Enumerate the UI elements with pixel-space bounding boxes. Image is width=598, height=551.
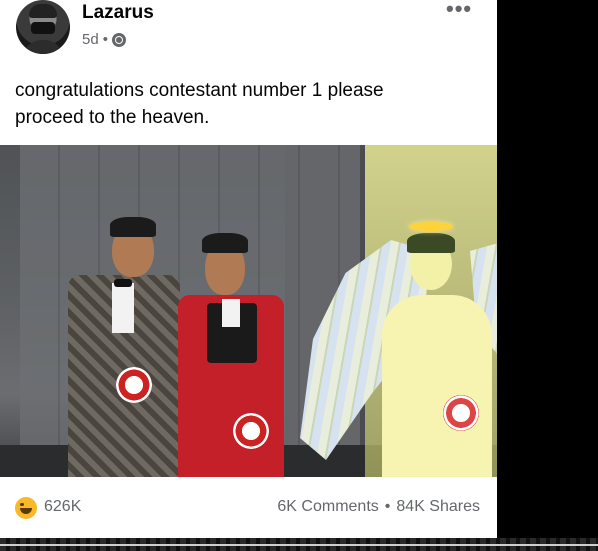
post-meta: 5d • (82, 31, 126, 48)
author-name[interactable]: Lazarus (82, 2, 154, 24)
post-card: Lazarus 5d • ••• congratulations contest… (0, 0, 497, 538)
globe-icon[interactable] (111, 32, 126, 47)
comments-count[interactable]: 6K Comments (277, 498, 378, 516)
caption-line-1: congratulations contestant number 1 plea… (15, 80, 384, 101)
meta-separator: • (102, 31, 108, 48)
black-margin (497, 0, 598, 551)
haha-reaction-icon[interactable] (15, 497, 37, 519)
angel-body (382, 295, 492, 477)
post-caption: congratulations contestant number 1 plea… (15, 77, 485, 131)
halo (409, 222, 453, 231)
post-time[interactable]: 5d (82, 31, 99, 48)
caption-line-2: proceed to the heaven. (15, 107, 210, 128)
author-avatar[interactable] (16, 0, 70, 54)
reaction-count[interactable]: 626K (44, 498, 81, 516)
post-image[interactable] (0, 145, 497, 477)
bottom-border-strip (0, 538, 598, 551)
engagement-stats: 6K Comments • 84K Shares (277, 498, 480, 516)
angel-sash (443, 395, 479, 431)
shares-count[interactable]: 84K Shares (396, 498, 480, 516)
more-options-icon[interactable]: ••• (446, 0, 472, 22)
stats-separator: • (384, 498, 391, 515)
